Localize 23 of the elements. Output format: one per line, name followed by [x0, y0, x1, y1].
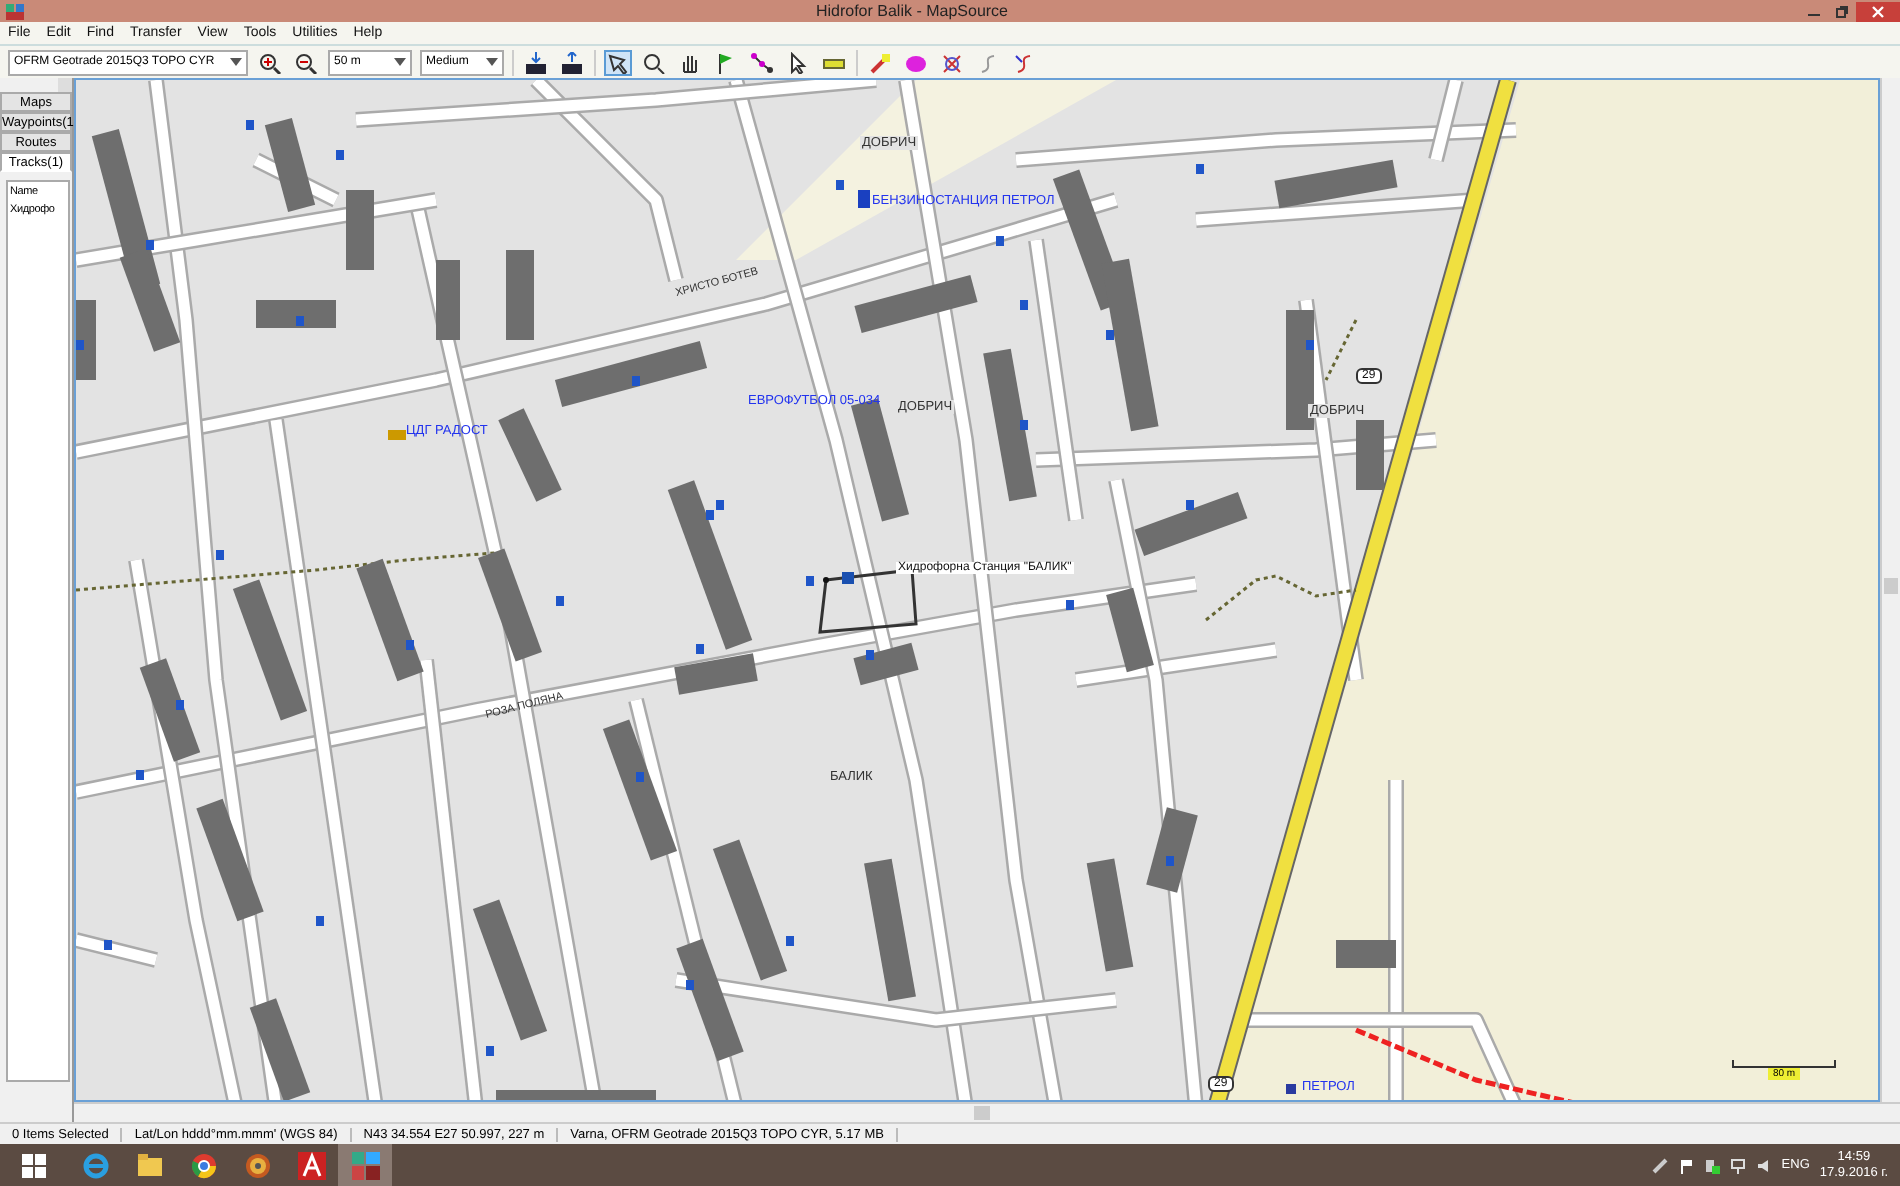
close-icon[interactable] — [1872, 5, 1884, 17]
taskbar-app-button[interactable] — [338, 1144, 392, 1186]
folder-icon[interactable] — [135, 1151, 163, 1179]
horizontal-scrollbar[interactable] — [74, 1102, 1900, 1122]
device-icon[interactable] — [1703, 1157, 1720, 1173]
caret-icon — [230, 58, 242, 66]
network-icon[interactable] — [1729, 1157, 1746, 1173]
disc-icon[interactable] — [243, 1151, 271, 1179]
letter-a-icon[interactable] — [297, 1151, 325, 1179]
pen-icon[interactable] — [1651, 1157, 1668, 1173]
caret-icon — [394, 58, 406, 66]
restore-icon[interactable] — [1836, 5, 1848, 17]
speaker-icon[interactable] — [1755, 1157, 1772, 1173]
browser-e-icon[interactable] — [81, 1151, 109, 1179]
window-title: Hidrofor Balik - MapSource — [813, 2, 1011, 20]
close-button[interactable] — [1856, 1, 1900, 21]
windows-logo-icon[interactable] — [22, 1153, 46, 1177]
vertical-scrollbar[interactable] — [1880, 78, 1900, 1102]
caret-icon — [486, 58, 498, 66]
globe-icon[interactable] — [189, 1151, 217, 1179]
flag-icon[interactable] — [1677, 1157, 1694, 1173]
map-grid-icon[interactable] — [351, 1151, 379, 1179]
app-icon — [6, 3, 24, 19]
